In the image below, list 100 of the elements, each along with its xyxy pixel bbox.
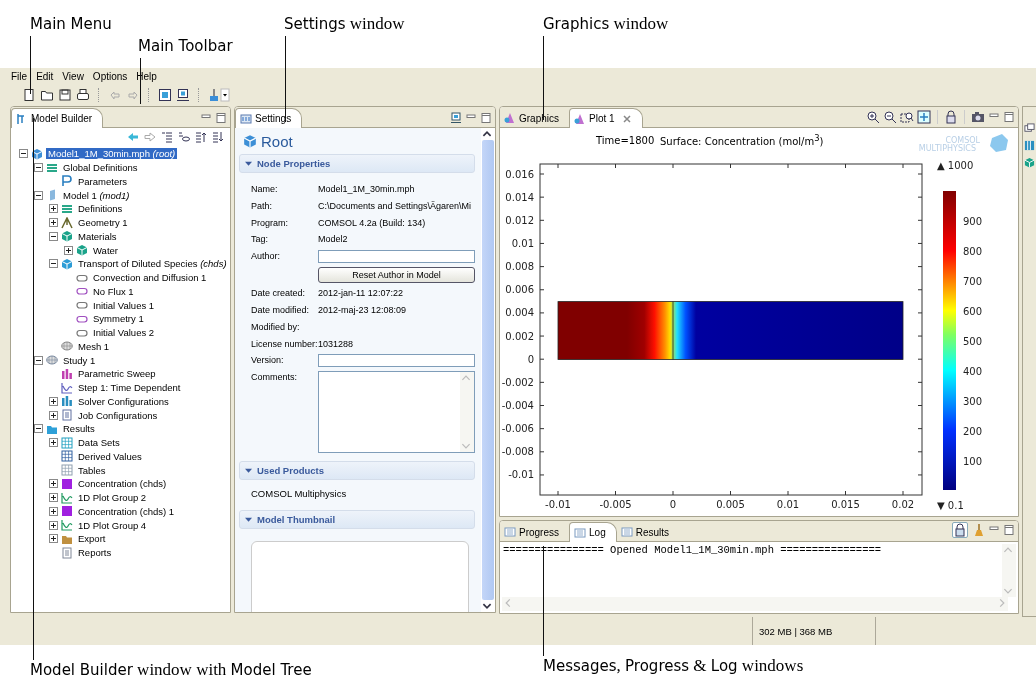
- messages-tab[interactable]: Log: [569, 522, 617, 542]
- y-tick-label: 0.01: [511, 237, 534, 249]
- menu-item[interactable]: Edit: [36, 70, 54, 82]
- tree-item[interactable]: Reports: [76, 547, 114, 559]
- tree-item[interactable]: 1D Plot Group 2: [76, 492, 149, 504]
- tree-item[interactable]: Initial Values 2: [91, 327, 157, 339]
- tree-item[interactable]: Model1_1M_30min.mph (root): [46, 148, 178, 160]
- tree-item[interactable]: Convection and Diffusion 1: [91, 272, 209, 284]
- x-tick-label: 0.005: [716, 499, 745, 510]
- callout-label: Main Menu: [30, 14, 112, 34]
- legend-label: 100: [963, 455, 983, 467]
- y-tick-label: 0.006: [505, 284, 534, 296]
- tree-item[interactable]: Symmetry 1: [91, 313, 146, 325]
- model-builder-tab[interactable]: Model Builder: [11, 108, 104, 128]
- tree-item[interactable]: Concentration (chds): [76, 478, 169, 490]
- property-label: Comments:: [251, 371, 298, 385]
- legend-label: 200: [963, 425, 983, 437]
- tree-item[interactable]: Job Configurations: [76, 409, 160, 421]
- callout-label: Messages, Progress & Log windows: [543, 656, 804, 676]
- tree-item[interactable]: Derived Values: [76, 450, 144, 462]
- tree-item[interactable]: Study 1: [61, 354, 98, 366]
- tree-item[interactable]: Concentration (chds) 1: [76, 505, 177, 517]
- tree-item[interactable]: No Flux 1: [91, 285, 136, 297]
- tree-item[interactable]: Mesh 1: [76, 340, 112, 352]
- legend-label: 900: [963, 215, 983, 227]
- y-tick-label: -0.004: [501, 400, 534, 411]
- section-header[interactable]: Used Products: [239, 461, 475, 481]
- tree-item[interactable]: 1D Plot Group 4: [76, 519, 149, 531]
- property-label: Author:: [251, 250, 282, 264]
- callout-label: Graphics window: [543, 14, 669, 34]
- legend-label: 500: [963, 335, 983, 347]
- y-tick-label: -0.01: [508, 469, 534, 481]
- graphics-tab[interactable]: Plot 1: [569, 108, 643, 128]
- property-value: C:\Documents and Settings\Ägaren\Mi: [318, 199, 473, 213]
- messages-tab[interactable]: Results: [616, 523, 680, 541]
- tree-item[interactable]: Results: [61, 423, 97, 435]
- property-label: Name:: [251, 183, 279, 196]
- y-tick-label: 0.002: [505, 330, 534, 342]
- product-name: COMSOL Multiphysics: [250, 487, 348, 502]
- tree-item[interactable]: Model 1 (mod1): [61, 189, 132, 201]
- tree-item[interactable]: Initial Values 1: [91, 299, 157, 311]
- tree-item[interactable]: Transport of Diluted Species (chds): [76, 258, 229, 270]
- property-value: 2012-jan-11 12:07:22: [318, 287, 404, 301]
- property-label: License number:: [251, 337, 318, 351]
- tree-item[interactable]: Data Sets: [76, 437, 122, 449]
- tree-item[interactable]: Materials: [76, 230, 119, 242]
- messages-tab[interactable]: Progress: [500, 523, 569, 541]
- callout-label: Settings window: [284, 14, 405, 34]
- property-label: Program:: [251, 216, 289, 230]
- menu-item[interactable]: View: [62, 70, 84, 82]
- property-label: Version:: [251, 354, 285, 368]
- legend-label: 600: [963, 305, 983, 317]
- logo: COMSOL MULTIPHYSICS: [918, 134, 1008, 153]
- legend-max-label: ▲ 1000: [937, 160, 974, 171]
- tree-item[interactable]: Definitions: [76, 203, 125, 215]
- graphics-tab[interactable]: Graphics: [500, 109, 569, 127]
- plot-title: Surface: Concentration (mol/m$^{3}$): [660, 132, 824, 149]
- property-value: Model2: [318, 233, 349, 247]
- property-label: Date modified:: [251, 304, 311, 317]
- x-tick-label: 0.01: [776, 499, 800, 510]
- x-tick-label: -0.005: [599, 499, 632, 510]
- property-label: Tag:: [251, 233, 269, 247]
- tree-item[interactable]: Tables: [76, 464, 108, 476]
- section-header[interactable]: Model Thumbnail: [239, 510, 475, 530]
- memory-status: 302 MB | 368 MB: [752, 617, 876, 645]
- tree-item[interactable]: Parameters: [76, 175, 130, 187]
- tree-item[interactable]: Water: [91, 244, 120, 256]
- property-value: Model1_1M_30min.mph: [318, 183, 416, 196]
- settings-title: Root: [261, 132, 293, 150]
- property-value: COMSOL 4.2a (Build: 134): [318, 216, 427, 230]
- property-value: 1031288: [318, 337, 355, 351]
- reset-author-button[interactable]: Reset Author in Model: [318, 267, 475, 284]
- callout-label: Model Builder window with Model Tree: [30, 660, 312, 680]
- tree-item[interactable]: Geometry 1: [76, 217, 130, 229]
- legend-label: 700: [963, 275, 983, 287]
- y-tick-label: 0.004: [505, 307, 534, 319]
- y-tick-label: -0.006: [501, 423, 534, 435]
- legend-label: 300: [963, 395, 983, 407]
- plot-time: Time=1800: [596, 135, 655, 146]
- tree-item[interactable]: Step 1: Time Dependent: [76, 382, 183, 394]
- callout-label: Main Toolbar: [138, 36, 233, 56]
- property-label: Path:: [251, 199, 273, 213]
- tree-item[interactable]: Export: [76, 533, 108, 545]
- y-tick-label: -0.008: [501, 446, 534, 458]
- y-tick-label: 0.012: [505, 214, 534, 226]
- x-tick-label: 0: [669, 499, 677, 510]
- property-label: Modified by:: [251, 320, 301, 334]
- y-tick-label: -0.002: [501, 376, 534, 388]
- property-value: 2012-maj-23 12:08:09: [318, 304, 408, 317]
- section-header[interactable]: Node Properties: [239, 154, 475, 173]
- x-tick-label: 0.02: [891, 499, 915, 510]
- tree-item[interactable]: Global Definitions: [61, 162, 140, 174]
- y-tick-label: 0.016: [505, 168, 534, 180]
- tree-item[interactable]: Solver Configurations: [76, 395, 171, 407]
- tree-item[interactable]: Parametric Sweep: [76, 368, 158, 380]
- menu-item[interactable]: Options: [92, 70, 128, 82]
- x-tick-label: -0.01: [545, 499, 571, 510]
- legend-label: 400: [963, 365, 983, 377]
- x-tick-label: 0.015: [831, 499, 860, 510]
- menu-item[interactable]: File: [11, 70, 28, 82]
